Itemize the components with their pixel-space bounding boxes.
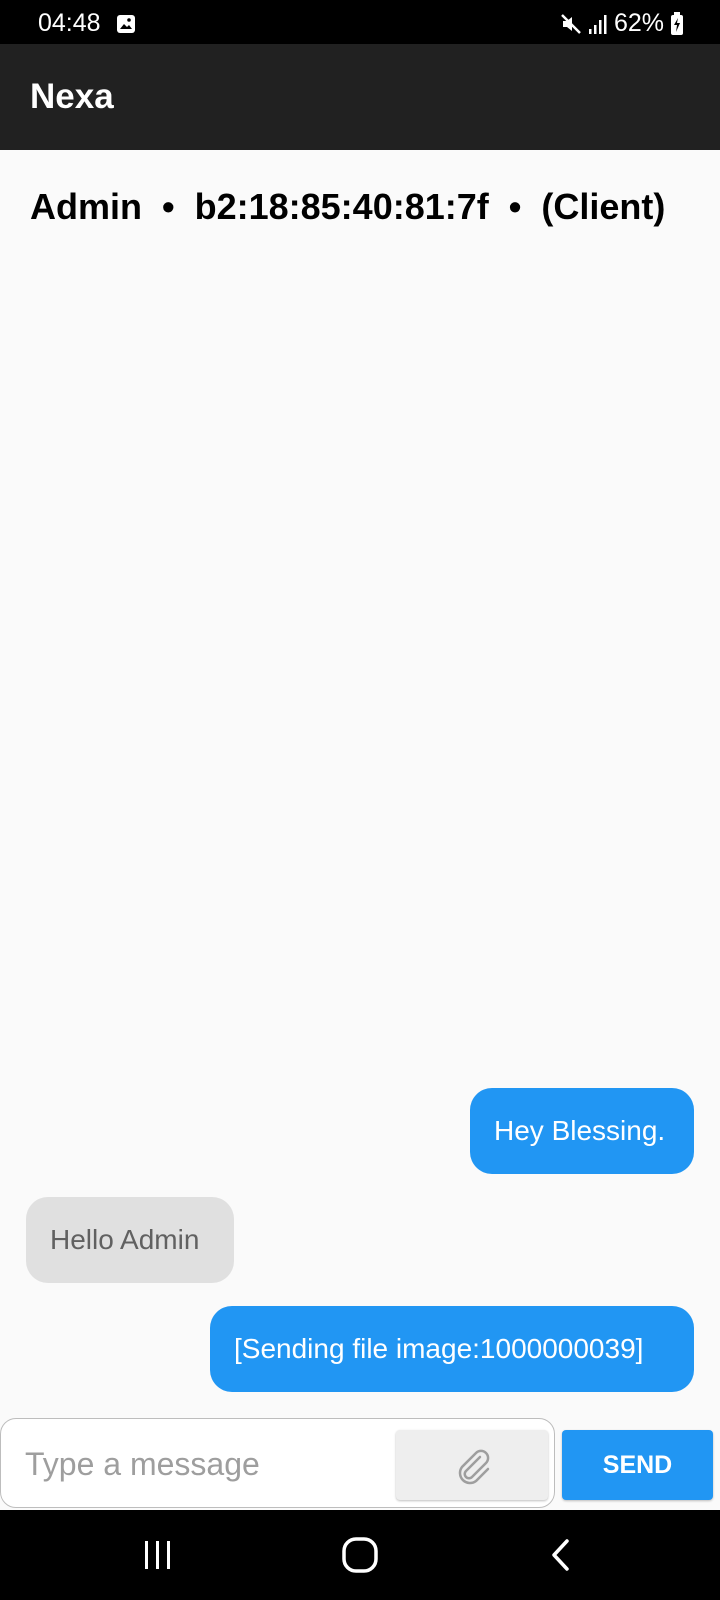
message-bubble-outgoing: Hey Blessing. <box>470 1088 694 1174</box>
message-text: Hey Blessing. <box>494 1115 666 1146</box>
peer-role: (Client) <box>541 186 666 227</box>
home-button[interactable] <box>330 1530 390 1580</box>
signal-icon <box>588 14 607 34</box>
back-icon <box>552 1539 569 1571</box>
header-separator: • <box>508 186 522 227</box>
status-right: 62% <box>560 9 684 38</box>
message-text: Hello Admin <box>50 1224 200 1255</box>
message-text: [Sending file image:1000000039] <box>234 1333 644 1364</box>
app-bar: Nexa <box>0 44 720 150</box>
peer-name: Admin <box>30 186 142 227</box>
chat-header: Admin • b2:18:85:40:81:7f • (Client) <box>30 186 665 228</box>
message-input[interactable] <box>23 1441 387 1487</box>
send-button[interactable]: SEND <box>562 1430 713 1500</box>
battery-percent: 62% <box>613 9 664 37</box>
mute-icon <box>561 13 581 34</box>
peer-address: b2:18:85:40:81:7f <box>194 186 489 227</box>
status-time: 04:48 <box>38 9 101 37</box>
recent-apps-button[interactable] <box>128 1530 188 1580</box>
paperclip-icon <box>458 1449 490 1485</box>
home-icon <box>342 1537 378 1573</box>
message-bubble-incoming: Hello Admin <box>26 1197 234 1283</box>
app-title: Nexa <box>30 77 114 116</box>
attach-button[interactable] <box>396 1430 548 1500</box>
status-bar: 04:48 62% <box>0 0 720 44</box>
header-separator: • <box>162 186 175 227</box>
battery-charging-icon <box>671 11 683 35</box>
recent-apps-icon <box>145 1541 170 1569</box>
message-bubble-outgoing: [Sending file image:1000000039] <box>210 1306 694 1392</box>
gallery-icon <box>117 15 135 33</box>
navigation-bar <box>0 1510 720 1600</box>
back-button[interactable] <box>532 1530 592 1580</box>
